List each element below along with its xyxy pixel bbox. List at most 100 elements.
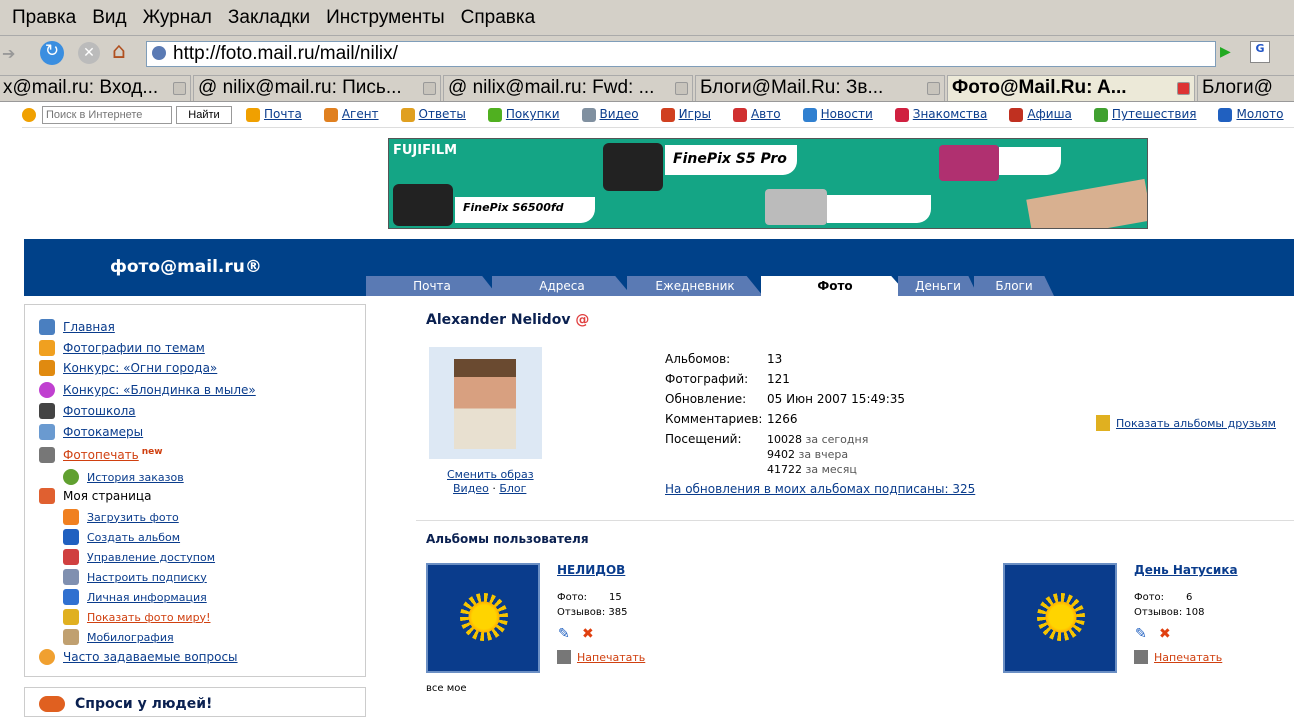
tab-mail[interactable]: Почта: [366, 276, 498, 296]
portal-link[interactable]: Почта: [246, 107, 302, 122]
close-icon[interactable]: [927, 82, 940, 95]
search-button[interactable]: Найти: [176, 105, 232, 124]
sidebar-item-history[interactable]: История заказов: [87, 471, 184, 484]
family-photo: [1026, 178, 1147, 228]
tab-addresses[interactable]: Адреса: [492, 276, 632, 296]
delete-icon[interactable]: ✖: [582, 626, 594, 642]
portal-link[interactable]: Покупки: [487, 107, 560, 122]
portal-link-label[interactable]: Почта: [264, 107, 302, 121]
sidebar-item-create-album[interactable]: Создать альбом: [87, 531, 180, 544]
edit-icon[interactable]: ✎: [558, 626, 570, 642]
google-search-icon[interactable]: G: [1250, 41, 1270, 63]
portal-link-label[interactable]: Агент: [342, 107, 379, 121]
portal-link[interactable]: Новости: [802, 107, 873, 122]
tab-calendar[interactable]: Ежедневник: [627, 276, 763, 296]
stop-icon[interactable]: ✕: [78, 42, 100, 64]
menu-help[interactable]: Справка: [461, 7, 536, 29]
close-icon[interactable]: [1177, 82, 1190, 95]
advertisement-banner[interactable]: FUJIFILM FinePix S6500fd FinePix S5 Pro: [388, 138, 1148, 229]
blog-link[interactable]: Блог: [499, 482, 526, 495]
sidebar-item-topics[interactable]: Фотографии по темам: [63, 341, 205, 355]
portal-link[interactable]: Авто: [732, 107, 781, 122]
portal-link[interactable]: Афиша: [1009, 107, 1072, 122]
portal-link[interactable]: Игры: [660, 107, 711, 122]
sidebar-item-print[interactable]: Фотопечать: [63, 448, 139, 462]
wrench-icon: [63, 569, 79, 585]
subscribers-link[interactable]: На обновления в моих альбомах подписаны:…: [665, 482, 975, 496]
visits-breakdown: 10028 за сегодня 9402 за вчера 41722 за …: [767, 432, 868, 477]
print-link[interactable]: Напечатать: [577, 651, 645, 664]
avatar[interactable]: [429, 347, 542, 459]
sidebar-item-show-world[interactable]: Показать фото миру!: [87, 611, 210, 624]
portal-link[interactable]: Агент: [323, 107, 379, 122]
sidebar-item-mobile[interactable]: Мобилография: [87, 631, 174, 644]
school-icon: [39, 403, 55, 419]
go-icon[interactable]: ▶: [1220, 44, 1231, 60]
search-input[interactable]: [42, 105, 172, 124]
print-action[interactable]: Напечатать: [1134, 650, 1222, 664]
sidebar-item-school[interactable]: Фотошкола: [63, 404, 136, 418]
delete-icon[interactable]: ✖: [1159, 626, 1171, 642]
browser-tab[interactable]: @ nilix@mail.ru: Fwd: ...: [443, 75, 693, 101]
close-icon[interactable]: [423, 82, 436, 95]
browser-tab[interactable]: Блоги@Mail.Ru: Зв...: [695, 75, 945, 101]
portal-link-label[interactable]: Ответы: [419, 107, 466, 121]
tab-blogs[interactable]: Блоги: [974, 276, 1054, 296]
portal-link-label[interactable]: Путешествия: [1112, 107, 1197, 121]
show-friends-link[interactable]: Показать альбомы друзьям: [1116, 417, 1276, 430]
portal-link[interactable]: Ответы: [400, 107, 466, 122]
sidebar-item-personal-info[interactable]: Личная информация: [87, 591, 207, 604]
menu-edit[interactable]: Правка: [12, 7, 76, 29]
menu-bookmarks[interactable]: Закладки: [228, 7, 310, 29]
portal-link[interactable]: Знакомства: [894, 107, 988, 122]
album-title[interactable]: НЕЛИДОВ: [557, 563, 625, 577]
portal-link[interactable]: Видео: [581, 107, 639, 122]
sidebar-item-upload[interactable]: Загрузить фото: [87, 511, 179, 524]
video-link[interactable]: Видео: [453, 482, 489, 495]
tab-photo[interactable]: Фото: [761, 276, 909, 296]
portal-link-label[interactable]: Видео: [600, 107, 639, 121]
album-cover[interactable]: [1003, 563, 1117, 673]
portal-link-label[interactable]: Игры: [679, 107, 711, 121]
sidebar-item-access[interactable]: Управление доступом: [87, 551, 215, 564]
sidebar-item-cameras[interactable]: Фотокамеры: [63, 425, 143, 439]
tab-money[interactable]: Деньги: [898, 276, 978, 296]
portal-link-label[interactable]: Молото: [1236, 107, 1283, 121]
browser-tab[interactable]: @ nilix@mail.ru: Пись...: [193, 75, 441, 101]
portal-link[interactable]: Путешествия: [1093, 107, 1197, 122]
portal-link-label[interactable]: Афиша: [1027, 107, 1072, 121]
menu-history[interactable]: Журнал: [143, 7, 212, 29]
site-header: фото@mail.ru® Почта Адреса Ежедневник Фо…: [24, 239, 1294, 296]
close-icon[interactable]: [675, 82, 688, 95]
sidebar-item-home[interactable]: Главная: [63, 320, 115, 334]
sidebar-item-subscription[interactable]: Настроить подписку: [87, 571, 207, 584]
sidebar-item-contest-blonde[interactable]: Конкурс: «Блондинка в мыле»: [63, 383, 256, 397]
sidebar-item-contest-city[interactable]: Конкурс: «Огни города»: [63, 361, 217, 375]
browser-tab[interactable]: Блоги@: [1197, 75, 1294, 101]
print-action[interactable]: Напечатать: [557, 650, 645, 664]
browser-tab[interactable]: x@mail.ru: Вход...: [0, 75, 191, 101]
menu-tools[interactable]: Инструменты: [326, 7, 444, 29]
site-logo[interactable]: фото@mail.ru®: [110, 257, 262, 277]
menu-view[interactable]: Вид: [92, 7, 126, 29]
print-link[interactable]: Напечатать: [1154, 651, 1222, 664]
url-bar[interactable]: http://foto.mail.ru/mail/nilix/: [146, 41, 1216, 67]
reload-icon[interactable]: ↻: [40, 41, 64, 65]
album-title[interactable]: День Натусика: [1134, 563, 1238, 577]
album-cover[interactable]: [426, 563, 540, 673]
sidebar-item-faq[interactable]: Часто задаваемые вопросы: [63, 650, 238, 664]
edit-icon[interactable]: ✎: [1135, 626, 1147, 642]
portal-link-label[interactable]: Новости: [821, 107, 873, 121]
change-avatar-link[interactable]: Сменить образ: [447, 468, 534, 481]
portal-link-label[interactable]: Покупки: [506, 107, 560, 121]
portal-link-label[interactable]: Знакомства: [913, 107, 988, 121]
close-icon[interactable]: [173, 82, 186, 95]
portal-link-label[interactable]: Авто: [751, 107, 781, 121]
show-friends[interactable]: Показать альбомы друзьям: [1096, 415, 1276, 431]
browser-tab-active[interactable]: Фото@Mail.Ru: A...: [947, 75, 1195, 101]
stat-label: Комментариев:: [665, 412, 763, 426]
home-icon[interactable]: ⌂: [112, 39, 126, 64]
portal-link[interactable]: Молото: [1218, 107, 1284, 122]
forward-icon[interactable]: ➔: [2, 44, 15, 63]
stat-value: 1266: [767, 412, 798, 426]
